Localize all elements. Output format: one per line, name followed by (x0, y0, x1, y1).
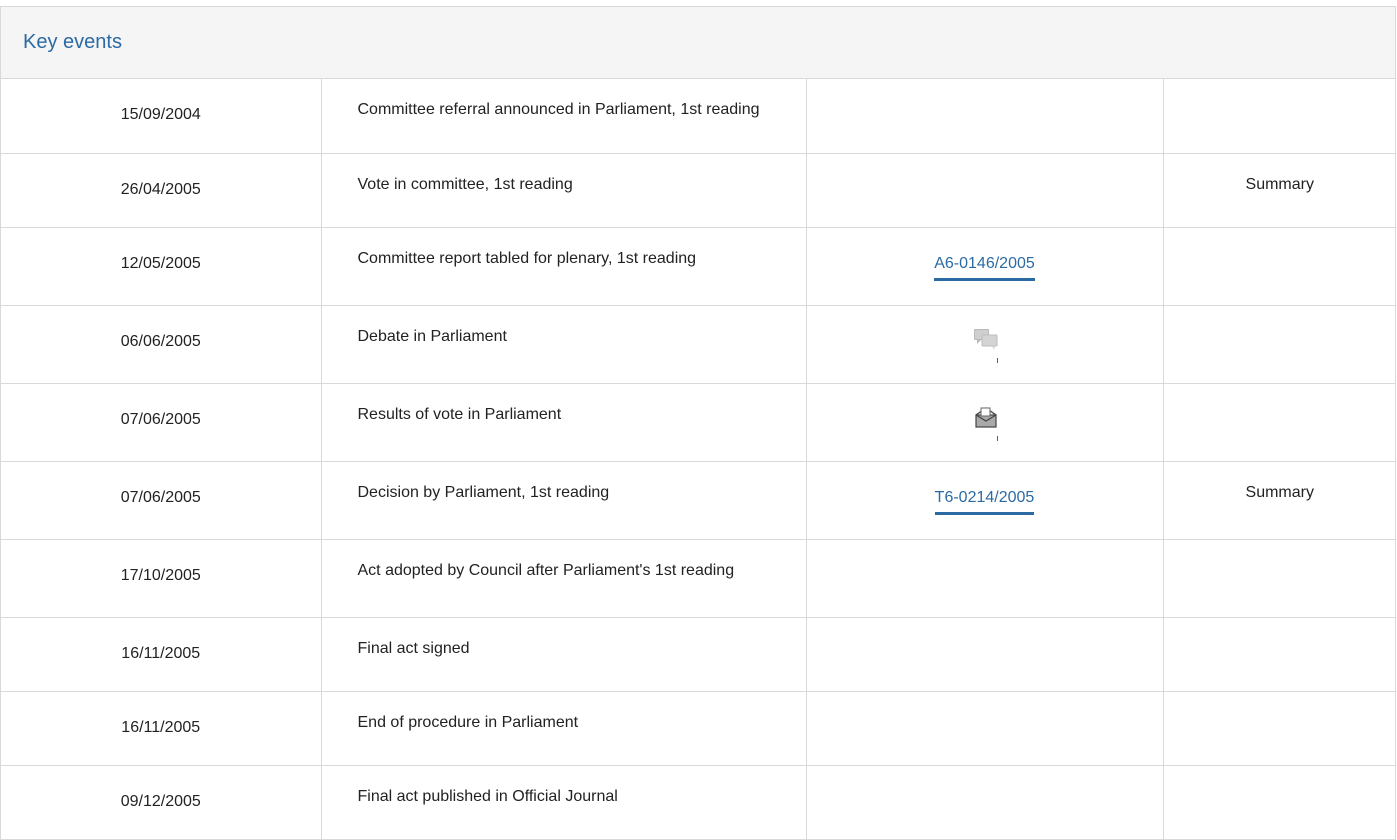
key-events-panel: Key events 15/09/2004 Committee referral… (0, 6, 1396, 840)
table-row: 16/11/2005 End of procedure in Parliamen… (1, 691, 1395, 766)
event-summary (1163, 691, 1395, 766)
table-row: 07/06/2005 Results of vote in Parliament (1, 383, 1395, 462)
debate-icon[interactable] (967, 328, 1003, 370)
event-document (806, 691, 1164, 766)
table-row: 17/10/2005 Act adopted by Council after … (1, 539, 1395, 618)
event-document (806, 539, 1164, 618)
document-link[interactable]: T6-0214/2005 (934, 486, 1035, 515)
document-link[interactable]: A6-0146/2005 (934, 252, 1035, 281)
event-date: 09/12/2005 (1, 765, 322, 840)
event-description: Committee referral announced in Parliame… (321, 79, 807, 154)
event-document (806, 79, 1164, 154)
event-summary (1163, 79, 1395, 154)
event-description: Act adopted by Council after Parliament'… (321, 539, 807, 618)
panel-header: Key events (1, 7, 1395, 79)
event-date: 06/06/2005 (1, 305, 322, 384)
event-date: 12/05/2005 (1, 227, 322, 306)
event-document (806, 617, 1164, 692)
table-row: 07/06/2005 Decision by Parliament, 1st r… (1, 461, 1395, 540)
event-description: End of procedure in Parliament (321, 691, 807, 766)
event-description: Vote in committee, 1st reading (321, 153, 807, 228)
event-date: 07/06/2005 (1, 461, 322, 540)
vote-results-icon[interactable] (967, 406, 1003, 448)
event-summary (1163, 617, 1395, 692)
event-summary[interactable]: Summary (1163, 153, 1395, 228)
event-document (806, 383, 1164, 462)
summary-link[interactable]: Summary (1245, 484, 1314, 501)
event-document (806, 153, 1164, 228)
panel-title: Key events (23, 31, 122, 53)
event-summary[interactable]: Summary (1163, 461, 1395, 540)
event-date: 17/10/2005 (1, 539, 322, 618)
event-document: A6-0146/2005 (806, 227, 1164, 306)
event-date: 26/04/2005 (1, 153, 322, 228)
event-description: Final act published in Official Journal (321, 765, 807, 840)
event-date: 16/11/2005 (1, 617, 322, 692)
event-description: Final act signed (321, 617, 807, 692)
summary-link[interactable]: Summary (1245, 176, 1314, 193)
key-events-table: 15/09/2004 Committee referral announced … (1, 79, 1395, 840)
event-date: 07/06/2005 (1, 383, 322, 462)
event-date: 15/09/2004 (1, 79, 322, 154)
event-summary (1163, 227, 1395, 306)
table-row: 15/09/2004 Committee referral announced … (1, 79, 1395, 154)
table-row: 16/11/2005 Final act signed (1, 617, 1395, 692)
table-row: 09/12/2005 Final act published in Offici… (1, 765, 1395, 840)
event-summary (1163, 765, 1395, 840)
table-row: 26/04/2005 Vote in committee, 1st readin… (1, 153, 1395, 228)
event-document (806, 765, 1164, 840)
event-summary (1163, 305, 1395, 384)
table-row: 06/06/2005 Debate in Parliament (1, 305, 1395, 384)
event-description: Committee report tabled for plenary, 1st… (321, 227, 807, 306)
event-date: 16/11/2005 (1, 691, 322, 766)
event-summary (1163, 383, 1395, 462)
event-description: Debate in Parliament (321, 305, 807, 384)
event-description: Decision by Parliament, 1st reading (321, 461, 807, 540)
event-description: Results of vote in Parliament (321, 383, 807, 462)
event-summary (1163, 539, 1395, 618)
event-document (806, 305, 1164, 384)
event-document: T6-0214/2005 (806, 461, 1164, 540)
table-row: 12/05/2005 Committee report tabled for p… (1, 227, 1395, 306)
